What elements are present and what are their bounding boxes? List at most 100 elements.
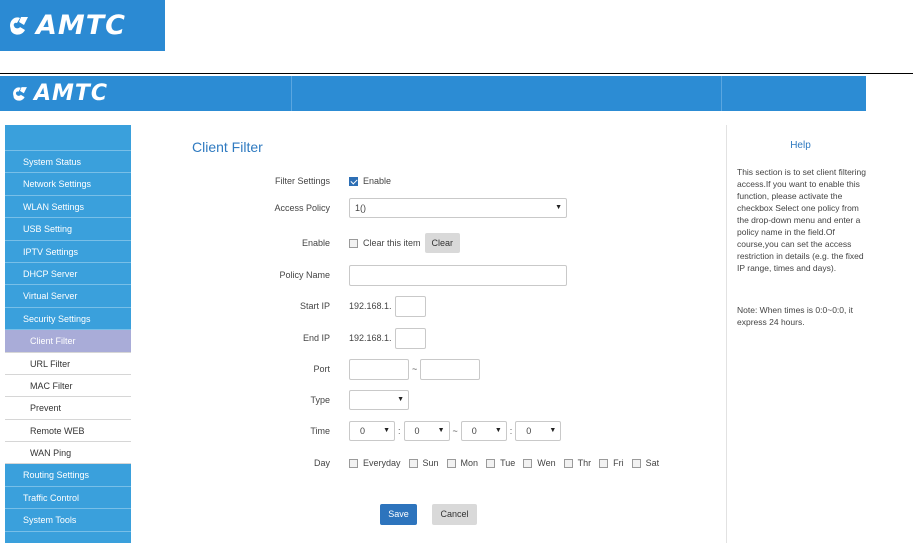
sidebar-subitem-remote-web[interactable]: Remote WEB: [5, 419, 131, 443]
sidebar-item-security-settings[interactable]: Security Settings: [5, 308, 131, 331]
sidebar-item-virtual-server[interactable]: Virtual Server: [5, 285, 131, 308]
start-ip-input[interactable]: [394, 295, 426, 317]
time-colon: :: [398, 426, 401, 436]
chevron-down-icon: ▼: [383, 427, 390, 434]
day-label: Day: [313, 458, 330, 468]
day-tue-label: Tue: [500, 458, 516, 468]
start-ip-prefix: 192.168.1.: [349, 301, 392, 311]
chevron-down-icon: ▼: [555, 204, 562, 211]
sidebar-item-routing-settings[interactable]: Routing Settings: [5, 464, 131, 487]
sidebar-item-dhcp-server[interactable]: DHCP Server: [5, 263, 131, 286]
brand-name: AMTC: [36, 10, 126, 41]
header-center: [292, 76, 722, 111]
end-minute-select[interactable]: 0 ▼: [515, 421, 562, 441]
enable-row: Enable Clear this item Clear: [141, 232, 727, 254]
policy-name-label: Policy Name: [279, 270, 330, 280]
start-minute-select[interactable]: 0 ▼: [403, 421, 450, 441]
sidebar-item-system-tools[interactable]: System Tools: [5, 509, 131, 532]
start-hour-value: 0: [360, 426, 366, 436]
start-minute-value: 0: [414, 426, 420, 436]
sidebar-subitem-prevent[interactable]: Prevent: [5, 397, 131, 420]
type-label: Type: [310, 395, 330, 405]
clear-item-checkbox[interactable]: [349, 238, 358, 248]
end-minute-value: 0: [526, 426, 532, 436]
document-logo: AMTC: [0, 0, 165, 51]
type-row: Type ▼: [141, 389, 727, 411]
end-hour-select[interactable]: 0 ▼: [460, 421, 507, 441]
day-wen-label: Wen: [537, 458, 556, 468]
end-ip-prefix: 192.168.1.: [349, 333, 392, 343]
header-right: [722, 76, 866, 111]
day-sat-label: Sat: [645, 458, 660, 468]
amtc-logo-icon: [10, 84, 30, 104]
start-hour-select[interactable]: 0 ▼: [349, 421, 395, 441]
chevron-down-icon: ▼: [437, 427, 445, 434]
end-ip-input[interactable]: [394, 327, 426, 349]
help-panel: Help This section is to set client filte…: [728, 125, 866, 543]
main-panel: Client Filter Filter Settings Enable Acc…: [141, 125, 727, 543]
port-row: Port ~: [141, 358, 727, 380]
chevron-down-icon: ▼: [494, 427, 502, 434]
save-button[interactable]: Save: [380, 504, 417, 525]
help-note: Note: When times is 0:0~0:0, it express …: [737, 305, 853, 327]
day-fri-checkbox[interactable]: [599, 458, 609, 468]
sidebar-item-traffic-control[interactable]: Traffic Control: [5, 487, 131, 510]
sidebar-subitem-wan-ping[interactable]: WAN Ping: [5, 442, 131, 465]
day-row: Day Everyday Sun Mon Tue Wen Thr Fri Sat: [141, 452, 727, 474]
header-brand-name: AMTC: [34, 81, 109, 106]
day-sat-checkbox[interactable]: [631, 458, 641, 468]
day-sun-label: Sun: [422, 458, 439, 468]
day-thr-checkbox[interactable]: [563, 458, 573, 468]
start-ip-row: Start IP 192.168.1.: [141, 295, 727, 317]
day-mon-label: Mon: [460, 458, 479, 468]
day-fri-label: Fri: [613, 458, 624, 468]
filter-enable-checkbox[interactable]: [349, 176, 358, 186]
end-hour-value: 0: [471, 426, 477, 436]
filter-enable-label: Enable: [363, 176, 392, 186]
day-thr-label: Thr: [577, 458, 592, 468]
help-title: Help: [790, 140, 811, 151]
sidebar-subitem-client-filter[interactable]: Client Filter: [5, 330, 131, 353]
filter-settings-label: Filter Settings: [274, 176, 330, 186]
filter-settings-row: Filter Settings Enable: [141, 170, 727, 192]
chevron-down-icon: ▼: [549, 427, 557, 434]
day-mon-checkbox[interactable]: [446, 458, 456, 468]
access-policy-row: Access Policy 1() ▼: [141, 197, 727, 219]
clear-button[interactable]: Clear: [424, 233, 461, 253]
divider: [0, 73, 913, 74]
sidebar-item-network-settings[interactable]: Network Settings: [5, 173, 131, 196]
day-everyday-label: Everyday: [363, 458, 401, 468]
access-policy-label: Access Policy: [274, 203, 330, 213]
start-ip-label: Start IP: [299, 301, 330, 311]
help-text: This section is to set client filtering …: [737, 167, 866, 273]
day-tue-checkbox[interactable]: [486, 458, 496, 468]
sidebar-item-iptv-settings[interactable]: IPTV Settings: [5, 241, 131, 263]
cancel-button[interactable]: Cancel: [432, 504, 477, 525]
port-to-input[interactable]: [420, 358, 481, 380]
day-sun-checkbox[interactable]: [408, 458, 418, 468]
type-select[interactable]: ▼: [349, 390, 409, 410]
sidebar: System Status Network Settings WLAN Sett…: [5, 125, 131, 543]
day-everyday-checkbox[interactable]: [349, 458, 358, 468]
sidebar-subitem-url-filter[interactable]: URL Filter: [5, 352, 131, 375]
time-colon: :: [509, 426, 513, 436]
chevron-down-icon: ▼: [397, 396, 404, 403]
sidebar-subitem-mac-filter[interactable]: MAC Filter: [5, 374, 131, 398]
port-label: Port: [313, 364, 330, 374]
clear-item-label: Clear this item: [363, 238, 421, 248]
sidebar-item-usb-setting[interactable]: USB Setting: [5, 218, 131, 241]
access-policy-select[interactable]: 1() ▼: [349, 198, 567, 218]
amtc-logo-icon: [6, 13, 32, 39]
day-wen-checkbox[interactable]: [523, 458, 533, 468]
sidebar-item-wlan-settings[interactable]: WLAN Settings: [5, 196, 131, 219]
time-range-separator: ~: [452, 426, 458, 436]
sidebar-item-system-status[interactable]: System Status: [5, 151, 131, 174]
page-title: Client Filter: [192, 139, 263, 155]
policy-name-row: Policy Name: [141, 264, 727, 286]
port-from-input[interactable]: [349, 358, 409, 380]
port-separator: ~: [412, 364, 418, 374]
time-row: Time 0 ▼ : 0 ▼ ~ 0 ▼ : 0 ▼: [141, 420, 727, 442]
sidebar-top: [5, 125, 131, 151]
policy-name-input[interactable]: [349, 264, 567, 286]
access-policy-value: 1(): [355, 203, 366, 213]
